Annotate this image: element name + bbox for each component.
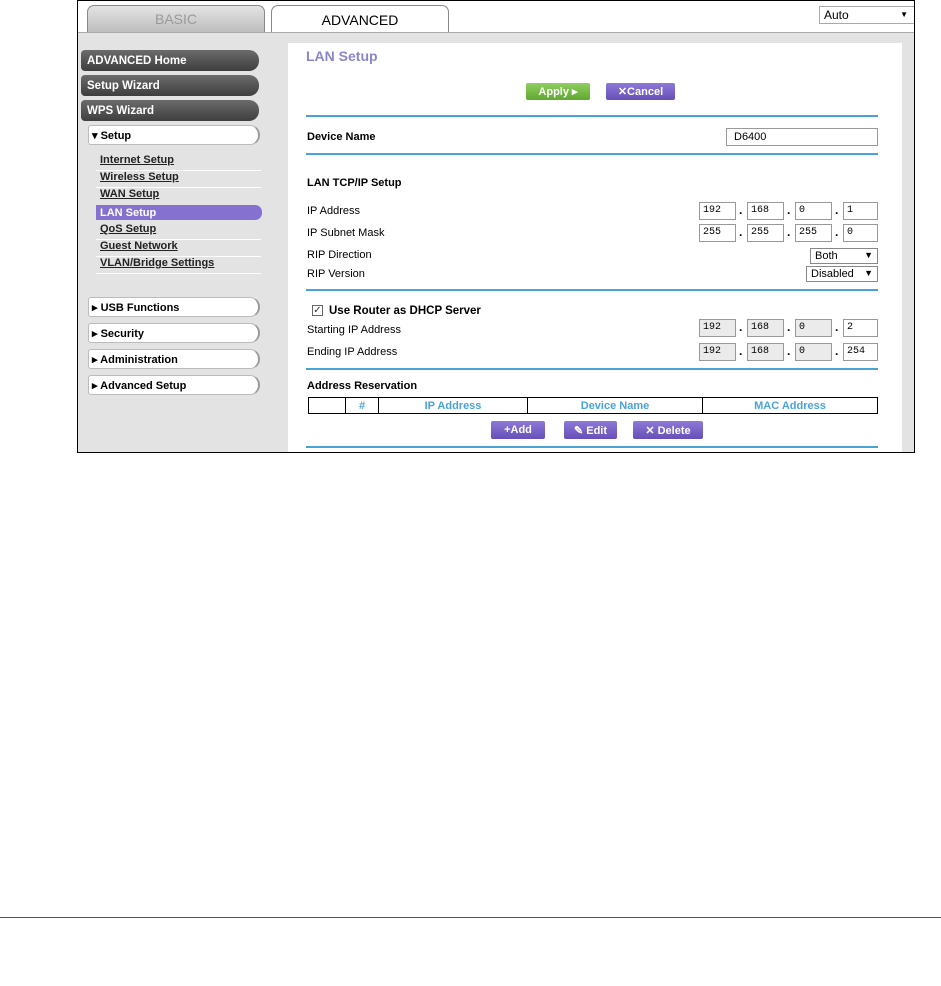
device-name-field[interactable]: D6400: [726, 128, 878, 146]
panel-background: [902, 33, 914, 452]
add-button[interactable]: +Add: [491, 421, 545, 439]
octet-separator: .: [835, 225, 839, 239]
sidebar-subitem-qos-setup[interactable]: QoS Setup: [100, 223, 156, 235]
sidebar-subitem-wan-setup[interactable]: WAN Setup: [100, 188, 159, 200]
divider: [306, 289, 878, 291]
sidebar-item-setup[interactable]: ▾ Setup: [88, 125, 260, 145]
end-ip-octet-4[interactable]: 254: [843, 343, 878, 361]
start-ip-octet-4[interactable]: 2: [843, 319, 878, 337]
tcpip-heading: LAN TCP/IP Setup: [307, 177, 402, 189]
sidebar-item-administration[interactable]: ▸ Administration: [88, 349, 260, 369]
dhcp-checkbox[interactable]: ✓: [312, 305, 323, 316]
chevron-down-icon: ▼: [900, 10, 908, 19]
sidebar: ADVANCED Home Setup Wizard WPS Wizard ▾ …: [78, 33, 283, 452]
octet-separator: .: [739, 225, 743, 239]
apply-button[interactable]: Apply ▸: [526, 83, 590, 100]
octet-separator: .: [787, 320, 791, 334]
sidebar-item-setup-wizard[interactable]: Setup Wizard: [81, 75, 259, 96]
rip-direction-select[interactable]: Both ▼: [810, 248, 878, 264]
rip-version-value: Disabled: [811, 268, 854, 280]
footer-rule: [0, 917, 941, 918]
ending-ip-label: Ending IP Address: [307, 346, 398, 358]
divider: [96, 273, 261, 274]
ip-address-octet-1[interactable]: 192: [699, 202, 736, 220]
start-ip-octet-2: 168: [747, 319, 784, 337]
panel-background: [283, 33, 914, 43]
subnet-octet-4[interactable]: 0: [843, 224, 878, 242]
divider: [306, 446, 878, 448]
sidebar-item-advanced-home[interactable]: ADVANCED Home: [81, 50, 259, 71]
octet-separator: .: [787, 344, 791, 358]
subnet-mask-label: IP Subnet Mask: [307, 227, 385, 239]
table-header-ip-address: IP Address: [378, 398, 527, 413]
sidebar-item-usb-functions[interactable]: ▸ USB Functions: [88, 297, 260, 317]
delete-button[interactable]: ✕ Delete: [633, 421, 703, 439]
sidebar-item-advanced-setup[interactable]: ▸ Advanced Setup: [88, 375, 260, 395]
sidebar-subitem-guest-network[interactable]: Guest Network: [100, 240, 178, 252]
page-title: LAN Setup: [306, 48, 378, 64]
subnet-octet-1[interactable]: 255: [699, 224, 736, 242]
octet-separator: .: [739, 203, 743, 217]
chevron-down-icon: ▼: [864, 250, 873, 260]
edit-button[interactable]: ✎ Edit: [564, 421, 617, 439]
address-reservation-heading: Address Reservation: [307, 380, 418, 392]
octet-separator: .: [835, 320, 839, 334]
sidebar-item-wps-wizard[interactable]: WPS Wizard: [81, 100, 259, 121]
end-ip-octet-2: 168: [747, 343, 784, 361]
end-ip-octet-3: 0: [795, 343, 832, 361]
table-header-select: [309, 398, 345, 413]
ip-address-octet-2[interactable]: 168: [747, 202, 784, 220]
sidebar-subitem-internet-setup[interactable]: Internet Setup: [100, 154, 174, 166]
reservation-table-header: # IP Address Device Name MAC Address: [308, 397, 878, 414]
sidebar-subitem-lan-setup[interactable]: LAN Setup: [96, 205, 262, 220]
chevron-down-icon: ▼: [864, 268, 873, 278]
rip-direction-value: Both: [815, 250, 838, 262]
octet-separator: .: [739, 344, 743, 358]
start-ip-octet-1: 192: [699, 319, 736, 337]
subnet-octet-2[interactable]: 255: [747, 224, 784, 242]
subnet-octet-3[interactable]: 255: [795, 224, 832, 242]
divider: [306, 115, 878, 117]
language-select[interactable]: Auto ▼: [819, 6, 914, 24]
language-select-value: Auto: [824, 8, 849, 22]
rip-version-select[interactable]: Disabled ▼: [806, 266, 878, 282]
router-admin-screenshot: BASIC ADVANCED Auto ▼ ADVANCED Home Setu…: [77, 0, 915, 453]
divider: [306, 153, 878, 155]
sidebar-item-security[interactable]: ▸ Security: [88, 323, 260, 343]
octet-separator: .: [787, 203, 791, 217]
octet-separator: .: [835, 203, 839, 217]
end-ip-octet-1: 192: [699, 343, 736, 361]
sidebar-subitem-wireless-setup[interactable]: Wireless Setup: [100, 171, 179, 183]
table-header-number: #: [345, 398, 378, 413]
dhcp-label: Use Router as DHCP Server: [329, 305, 481, 317]
tab-advanced[interactable]: ADVANCED: [271, 5, 449, 33]
sidebar-subitem-vlan-bridge[interactable]: VLAN/Bridge Settings: [100, 257, 214, 269]
starting-ip-label: Starting IP Address: [307, 324, 401, 336]
table-header-device-name: Device Name: [527, 398, 702, 413]
ip-address-octet-4[interactable]: 1: [843, 202, 878, 220]
octet-separator: .: [739, 320, 743, 334]
table-header-mac-address: MAC Address: [702, 398, 877, 413]
octet-separator: .: [835, 344, 839, 358]
lan-setup-panel: LAN Setup Apply ▸ ✕Cancel Device Name D6…: [288, 43, 902, 452]
cancel-button[interactable]: ✕Cancel: [606, 83, 675, 100]
tab-basic[interactable]: BASIC: [87, 5, 265, 32]
device-name-label: Device Name: [307, 131, 376, 143]
divider: [306, 368, 878, 370]
start-ip-octet-3: 0: [795, 319, 832, 337]
octet-separator: .: [787, 225, 791, 239]
rip-version-label: RIP Version: [307, 268, 365, 280]
ip-address-label: IP Address: [307, 205, 360, 217]
ip-address-octet-3[interactable]: 0: [795, 202, 832, 220]
rip-direction-label: RIP Direction: [307, 249, 372, 261]
